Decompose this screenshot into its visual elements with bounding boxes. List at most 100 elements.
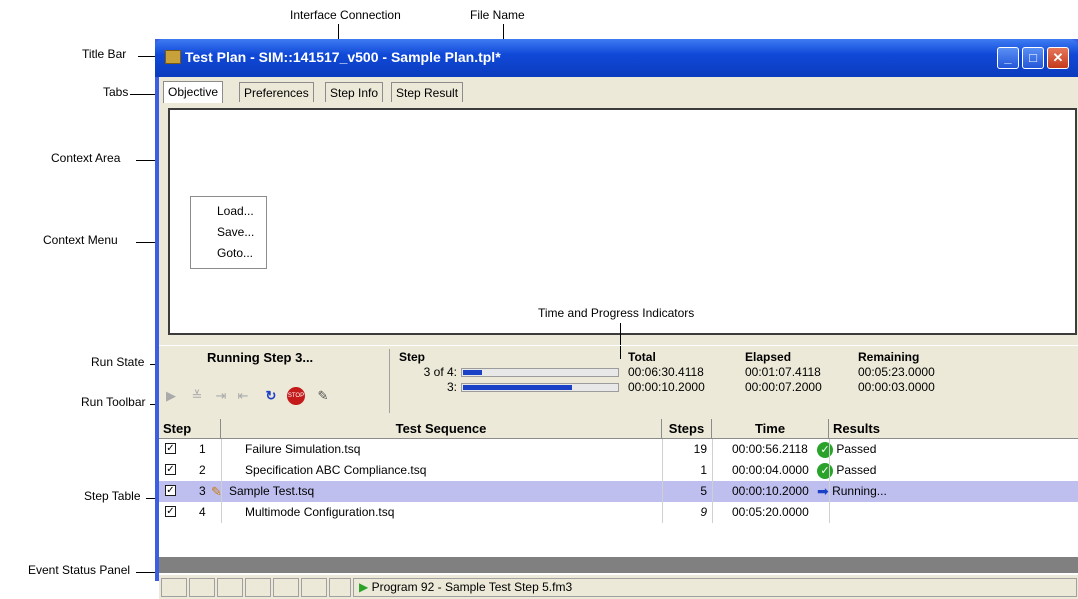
callout-line [503,24,504,40]
callout-event-status-panel: Event Status Panel [28,563,131,577]
callout-title-bar: Title Bar [82,47,127,61]
step-progress-fill [463,385,573,390]
callout-context-menu: Context Menu [43,233,118,247]
sequence-name: Sample Test.tsq [229,484,315,498]
event-status-panel: ▶ Program 92 - Sample Test Step 5.fm3 [159,575,1078,599]
plan-progress-label: 3 of 4: [423,365,457,379]
callout-step-table: Step Table [84,489,141,503]
plan-remaining-time: 00:05:23.0000 [858,365,935,379]
tab-step-info[interactable]: Step Info [325,82,384,102]
column-header-step[interactable]: Step [159,419,221,438]
result-text: Passed [836,463,877,477]
result-cell: ✓ Passed [817,439,876,460]
plan-elapsed-time: 00:01:07.4118 [745,365,821,379]
test-plan-window: Test Plan - SIM::141517_v500 - Sample Pl… [155,39,1078,599]
step-total-time: 00:00:10.2000 [628,380,705,394]
context-menu: Load... Save... Goto... [190,196,267,269]
table-header: Step Test Sequence Steps Time Results [159,419,1078,439]
callout-file-name: File Name [470,8,525,22]
callout-line [138,56,156,57]
plan-progress-fill [463,370,482,375]
step-time: 00:00:10.2000 [732,484,809,498]
step-checkbox[interactable]: ✓ [165,506,176,517]
step-checkbox[interactable]: ✓ [165,464,176,475]
test-plan-icon [165,50,181,64]
column-divider [221,439,222,523]
step-number: 1 [199,442,206,456]
step-number: 2 [199,463,206,477]
callout-run-toolbar: Run Toolbar [81,395,146,409]
divider [389,349,390,413]
step-time: 00:00:56.2118 [732,442,808,456]
check-icon: ✓ [817,462,833,479]
run-icon[interactable]: ▶ [163,388,179,404]
client-area: Objective Preferences Step Info Step Res… [159,77,1078,599]
menu-item-load[interactable]: Load... [217,204,254,218]
column-divider [662,439,663,523]
elapsed-header: Elapsed [745,350,792,364]
column-header-results[interactable]: Results [829,419,1074,438]
step-time: 00:00:04.0000 [732,463,809,477]
step-number: 4 [199,505,206,519]
title-bar[interactable]: Test Plan - SIM::141517_v500 - Sample Pl… [155,39,1078,77]
column-header-test-sequence[interactable]: Test Sequence [221,419,662,438]
result-text: Passed [836,442,877,456]
step-remaining-time: 00:00:03.0000 [858,380,935,394]
result-text: Running... [832,484,887,498]
callout-line [338,24,339,40]
steps-count: 9 [700,505,707,519]
column-header-time[interactable]: Time [712,419,829,438]
result-cell: ✓ Passed [817,460,876,481]
steps-count: 1 [700,463,707,477]
run-panel: Running Step 3... Step Total Elapsed Rem… [159,345,1078,414]
sequence-name: Specification ABC Compliance.tsq [245,463,427,477]
close-button[interactable]: ✕ [1047,47,1069,69]
column-header-steps[interactable]: Steps [662,419,712,438]
table-row[interactable]: ✓ 2 Specification ABC Compliance.tsq 1 0… [159,460,1078,481]
context-area[interactable]: Load... Save... Goto... [168,108,1077,335]
callout-interface-connection: Interface Connection [290,8,401,22]
table-row[interactable]: ✓ 1 Failure Simulation.tsq 19 00:00:56.2… [159,439,1078,460]
plan-total-time: 00:06:30.4118 [628,365,704,379]
loop-icon[interactable]: ↻ [263,388,279,404]
callout-context-area: Context Area [51,151,121,165]
result-cell: ➡ Running... [817,481,887,502]
stop-icon[interactable]: STOP [287,387,305,405]
arrow-right-icon: ➡ [817,483,829,500]
step-checkbox[interactable]: ✓ [165,485,176,496]
step-forward-icon[interactable]: ⇥ [213,388,229,404]
sequence-name: Multimode Configuration.tsq [245,505,395,519]
edit-icon[interactable]: ✎ [315,388,331,404]
plan-progress-bar [461,368,619,377]
callout-time-progress: Time and Progress Indicators [536,306,697,320]
window-title: Test Plan - SIM::141517_v500 - Sample Pl… [185,49,501,65]
minimize-button[interactable]: _ [997,47,1019,69]
column-divider [829,439,830,523]
tab-objective[interactable]: Objective [163,81,224,103]
step-back-icon[interactable]: ⇤ [235,388,251,404]
status-text: Program 92 - Sample Test Step 5.fm3 [371,580,573,594]
step-progress-bar [461,383,619,392]
step-checkbox[interactable]: ✓ [165,443,176,454]
maximize-button[interactable]: □ [1022,47,1044,69]
callout-run-state: Run State [91,355,145,369]
run-state: Running Step 3... [207,350,314,365]
total-header: Total [628,350,656,364]
tab-step-result[interactable]: Step Result [391,82,464,102]
step-header: Step [399,350,426,364]
table-row[interactable]: ✓ 4 Multimode Configuration.tsq 9 00:05:… [159,502,1078,523]
steps-count: 19 [693,442,707,456]
step-time: 00:05:20.0000 [732,505,809,519]
remaining-header: Remaining [858,350,920,364]
table-footer-band [159,557,1078,573]
menu-item-goto[interactable]: Goto... [217,246,253,260]
step-number: 3 [199,484,206,498]
table-row[interactable]: ✓ 3 ✎ Sample Test.tsq 5 00:00:10.2000 ➡ … [159,481,1078,502]
menu-item-save[interactable]: Save... [217,225,254,239]
step-into-icon[interactable]: ≚ [189,388,205,404]
step-elapsed-time: 00:00:07.2000 [745,380,822,394]
column-divider [712,439,713,523]
play-icon: ▶ [359,580,369,594]
tab-preferences[interactable]: Preferences [239,82,314,102]
callout-tabs: Tabs [103,85,129,99]
